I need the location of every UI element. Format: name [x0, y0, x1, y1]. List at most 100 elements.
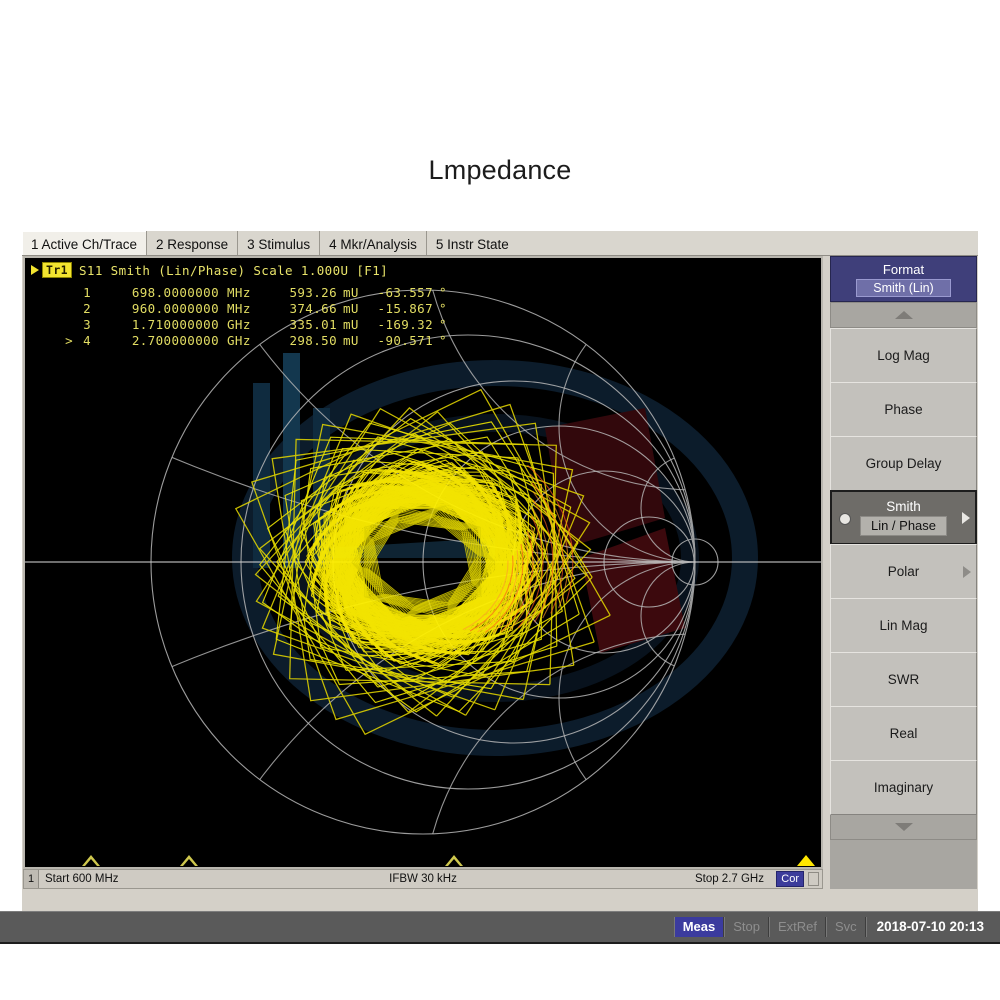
graph-frame: Tr1 S11 Smith (Lin/Phase) Scale 1.000U [… — [23, 256, 823, 869]
chevron-right-icon — [963, 565, 971, 578]
status-extra-cell — [808, 872, 819, 886]
trace-id-badge[interactable]: Tr1 — [42, 262, 72, 278]
vna-application-window: 1 Active Ch/Trace 2 Response 3 Stimulus … — [22, 231, 978, 911]
trace-active-arrow-icon — [31, 265, 39, 275]
marker-frequency-unit: MHz — [227, 285, 251, 300]
marker-magnitude: 335.01 — [289, 317, 337, 332]
marker-number: 4 — [83, 333, 91, 348]
marker-phase-unit: ° — [439, 301, 447, 316]
marker-row[interactable]: 1 698.0000000 MHz 593.26 mU -63.557 ° — [55, 285, 447, 301]
softkey-group-delay[interactable]: Group Delay — [830, 436, 977, 491]
menu-item-instr-state[interactable]: 5 Instr State — [427, 231, 518, 255]
marker-number: 2 — [83, 301, 91, 316]
marker-phase-unit: ° — [439, 317, 447, 332]
softkey-label: Imaginary — [873, 780, 934, 795]
menu-item-mkr-analysis[interactable]: 4 Mkr/Analysis — [320, 231, 427, 255]
ifbw-label[interactable]: IFBW 30 kHz — [389, 873, 457, 885]
softkey-label: Log Mag — [877, 348, 930, 363]
s11-trace — [234, 388, 611, 736]
marker-row[interactable]: 2 960.0000000 MHz 374.66 mU -15.867 ° — [55, 301, 447, 317]
marker-number: 3 — [83, 317, 91, 332]
trace-header-text: S11 Smith (Lin/Phase) Scale 1.000U [F1] — [78, 262, 389, 278]
menu-bar: 1 Active Ch/Trace 2 Response 3 Stimulus … — [22, 231, 978, 256]
trace-header[interactable]: Tr1 S11 Smith (Lin/Phase) Scale 1.000U [… — [31, 262, 388, 278]
softkey-header: Format Smith (Lin) — [830, 256, 977, 302]
radio-selected-icon — [839, 512, 851, 525]
marker-magnitude: 298.50 — [289, 333, 337, 348]
softkey-swr[interactable]: SWR — [830, 652, 977, 707]
softkey-label: Group Delay — [865, 456, 942, 471]
marker-readout-table: 1 698.0000000 MHz 593.26 mU -63.557 ° 2 … — [55, 285, 447, 349]
softkey-scroll-up-button[interactable] — [830, 302, 977, 328]
softkey-imaginary[interactable]: Imaginary — [830, 760, 977, 815]
stimulus-status-bar: 1 Start 600 MHz IFBW 30 kHz Stop 2.7 GHz… — [23, 869, 823, 889]
softkey-panel: Format Smith (Lin) Log Mag Phase Group D… — [830, 256, 977, 889]
softkey-label: SWR — [887, 672, 920, 687]
marker-selected-indicator — [55, 285, 75, 301]
marker-frequency: 2.700000000 — [131, 333, 219, 348]
softkey-list: Log Mag Phase Group Delay Smith Lin / Ph… — [830, 328, 977, 840]
softkey-label: Lin Mag — [879, 618, 928, 633]
softkey-phase[interactable]: Phase — [830, 382, 977, 437]
marker-frequency-unit: GHz — [227, 317, 251, 332]
start-frequency-label[interactable]: Start 600 MHz — [39, 873, 119, 885]
marker-phase-unit: ° — [439, 285, 447, 300]
marker-magnitude: 593.26 — [289, 285, 337, 300]
correction-badge[interactable]: Cor — [776, 871, 804, 887]
softkey-label: Polar — [887, 564, 920, 579]
status-meas[interactable]: Meas — [673, 917, 725, 937]
graph-marker-2[interactable] — [180, 855, 198, 866]
marker-frequency: 1.710000000 — [131, 317, 219, 332]
menu-item-stimulus[interactable]: 3 Stimulus — [238, 231, 321, 255]
app-status-bar: Meas Stop ExtRef Svc 2018-07-10 20:13 — [0, 911, 1000, 944]
marker-phase: -169.32 — [377, 317, 433, 332]
marker-magnitude-unit: mU — [343, 285, 359, 300]
marker-magnitude: 374.66 — [289, 301, 337, 316]
softkey-header-title: Format — [882, 261, 925, 277]
softkey-header-value: Smith (Lin) — [856, 278, 951, 297]
page-title: Lmpedance — [428, 155, 572, 185]
marker-selected-indicator — [55, 301, 75, 317]
marker-selected-indicator: > — [65, 333, 73, 348]
softkey-label: Smith — [886, 499, 921, 514]
marker-frequency-unit: MHz — [227, 301, 251, 316]
softkey-label: Real — [889, 726, 918, 741]
marker-selected-indicator — [55, 317, 75, 333]
softkey-sublabel[interactable]: Lin / Phase — [859, 516, 948, 536]
marker-frequency: 698.0000000 — [131, 285, 219, 300]
stop-frequency-label[interactable]: Stop 2.7 GHz — [695, 873, 764, 885]
marker-row[interactable]: 3 1.710000000 GHz 335.01 mU -169.32 ° — [55, 317, 447, 333]
softkey-scroll-down-button[interactable] — [830, 814, 977, 840]
marker-frequency-unit: GHz — [227, 333, 251, 348]
marker-phase: -90.571 — [377, 333, 433, 348]
softkey-lin-mag[interactable]: Lin Mag — [830, 598, 977, 653]
marker-phase: -63.557 — [377, 285, 433, 300]
status-stop[interactable]: Stop — [724, 917, 769, 937]
marker-phase: -15.867 — [377, 301, 433, 316]
softkey-label: Phase — [884, 402, 923, 417]
graph-marker-4-active[interactable] — [797, 855, 815, 866]
chevron-down-icon — [894, 823, 913, 831]
marker-number: 1 — [83, 285, 91, 300]
status-svc[interactable]: Svc — [825, 917, 866, 937]
marker-magnitude-unit: mU — [343, 333, 359, 348]
softkey-polar[interactable]: Polar — [830, 544, 977, 599]
marker-frequency: 960.0000000 — [131, 301, 219, 316]
chevron-up-icon — [894, 311, 913, 319]
status-extref[interactable]: ExtRef — [768, 917, 826, 937]
softkey-log-mag[interactable]: Log Mag — [830, 328, 977, 383]
menu-item-active-ch-trace[interactable]: 1 Active Ch/Trace — [22, 231, 148, 255]
graph-marker-1[interactable] — [82, 855, 100, 866]
marker-phase-unit: ° — [439, 333, 447, 348]
graph-marker-3[interactable] — [445, 855, 463, 866]
channel-number: 1 — [24, 870, 39, 888]
chevron-right-icon — [962, 511, 970, 524]
softkey-real[interactable]: Real — [830, 706, 977, 761]
marker-magnitude-unit: mU — [343, 317, 359, 332]
marker-magnitude-unit: mU — [343, 301, 359, 316]
status-datetime: 2018-07-10 20:13 — [865, 917, 994, 937]
smith-chart-display[interactable]: Tr1 S11 Smith (Lin/Phase) Scale 1.000U [… — [25, 258, 821, 867]
menu-item-response[interactable]: 2 Response — [147, 231, 239, 255]
marker-row-active[interactable]: > 4 2.700000000 GHz 298.50 mU -90.571 ° — [55, 333, 447, 349]
softkey-smith[interactable]: Smith Lin / Phase — [830, 490, 977, 545]
